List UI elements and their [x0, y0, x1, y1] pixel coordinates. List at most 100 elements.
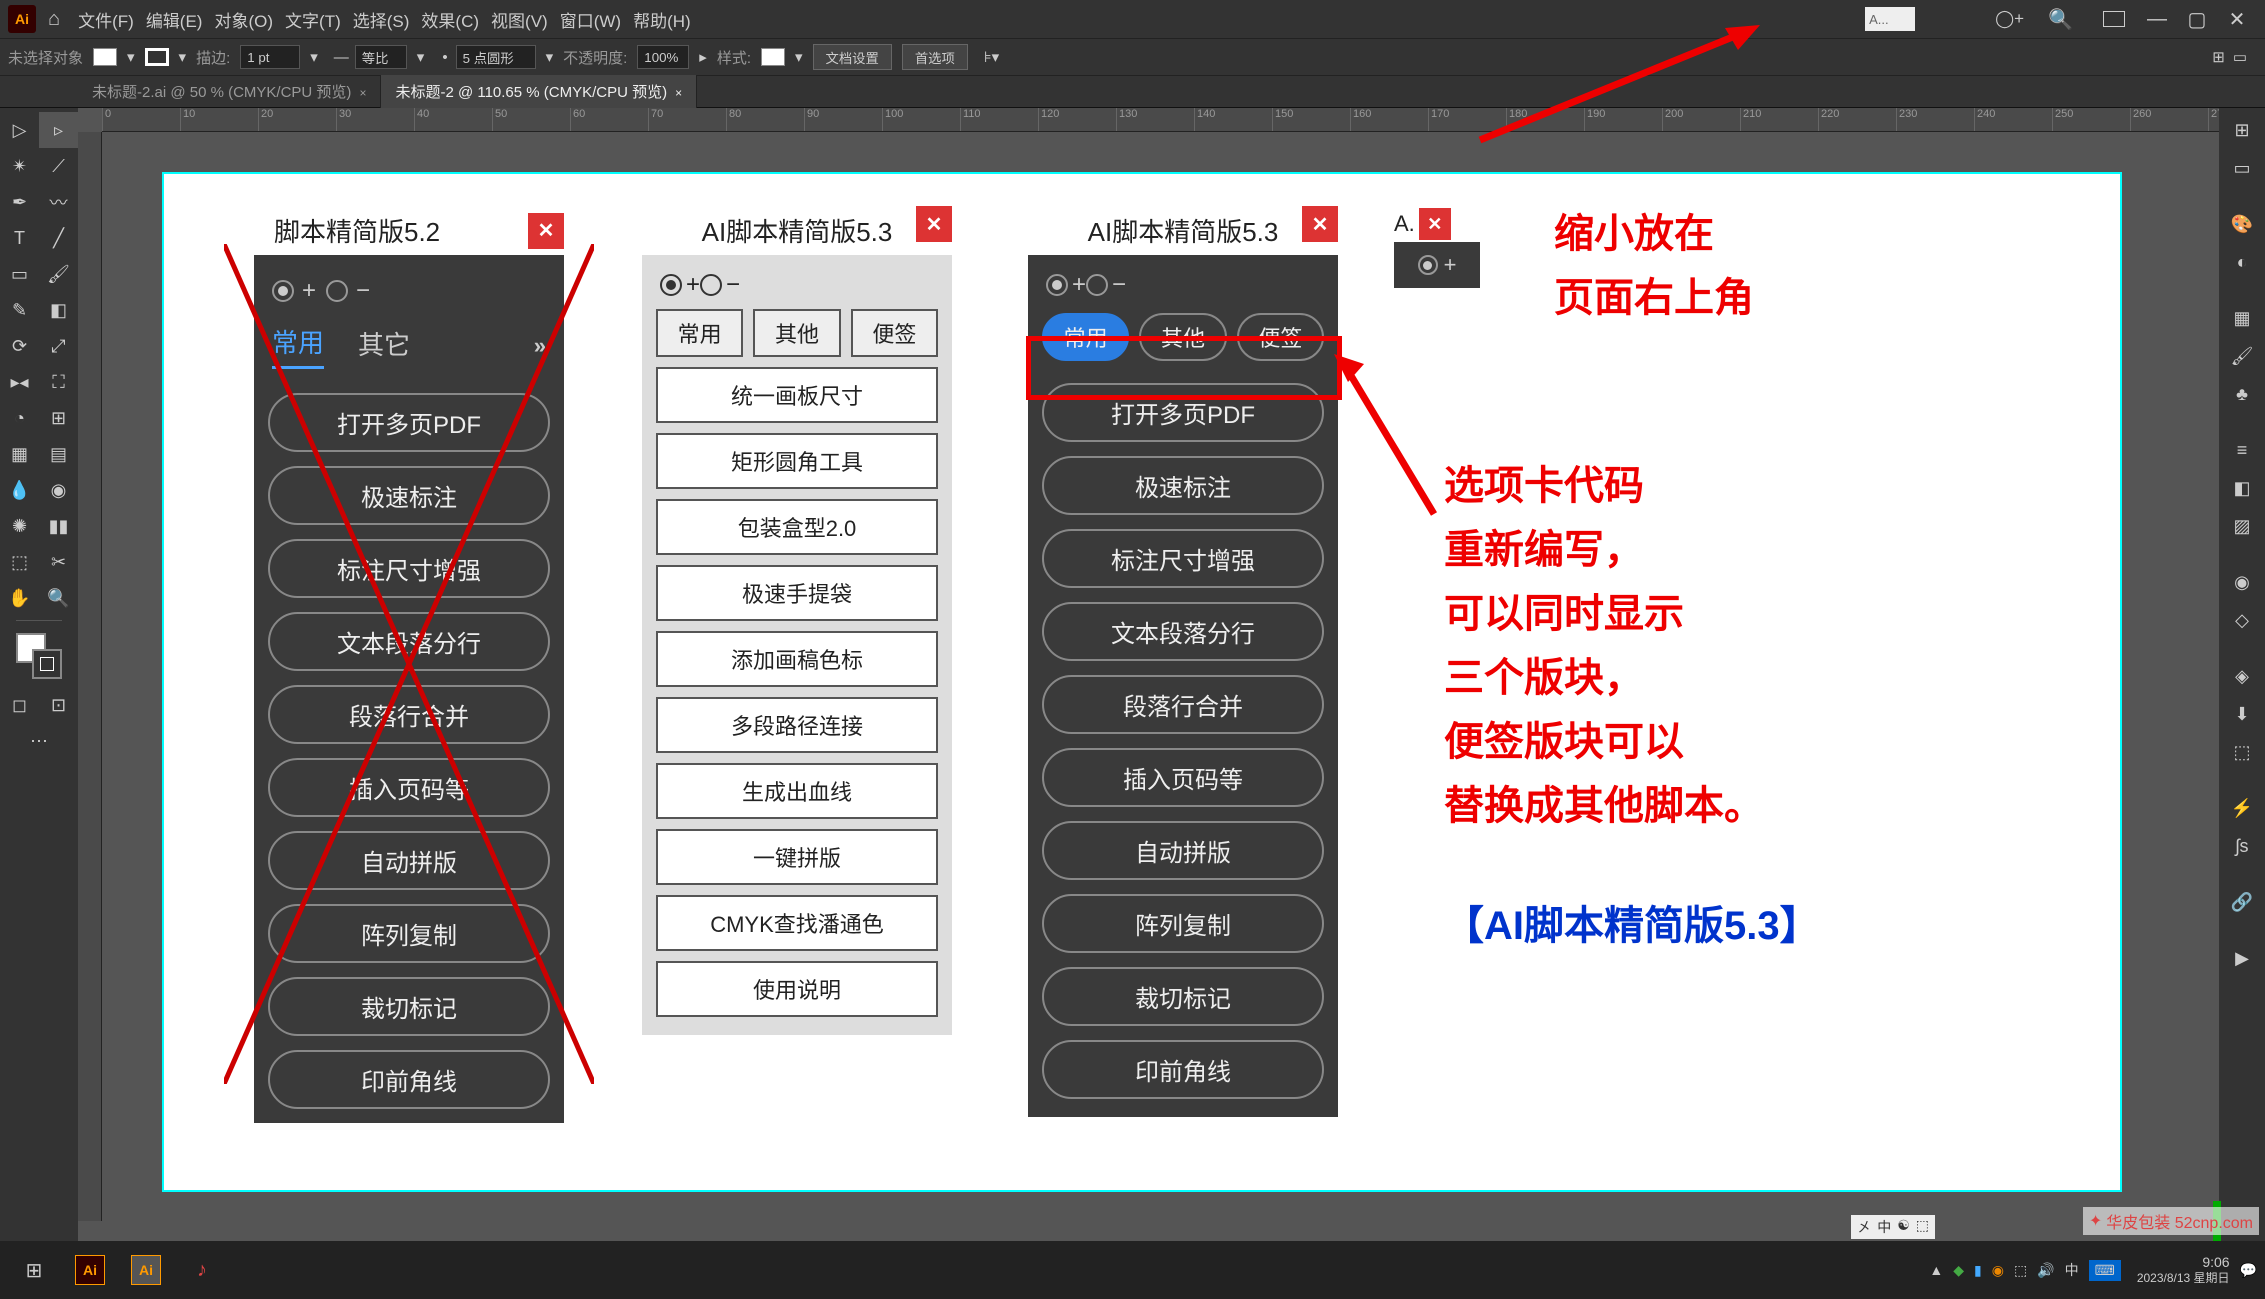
radio-off[interactable]	[326, 280, 348, 302]
rotate-tool[interactable]: ⟳	[0, 328, 39, 364]
tab-other[interactable]: 其他	[753, 309, 840, 357]
script-button[interactable]: 印前角线	[268, 1050, 550, 1109]
plus-icon[interactable]: +	[1444, 252, 1457, 278]
tab-close-icon[interactable]: ×	[675, 86, 682, 100]
script-button[interactable]: 极速手提袋	[656, 565, 938, 621]
search-icon[interactable]: 🔍	[2048, 7, 2073, 32]
transparency-panel-icon[interactable]: ▨	[2226, 510, 2258, 542]
align-icon[interactable]: ⊧▾	[984, 48, 999, 66]
layers-panel-icon[interactable]: ◈	[2226, 660, 2258, 692]
script-button[interactable]: 裁切标记	[268, 977, 550, 1036]
volume-icon[interactable]: 🔊	[2037, 1262, 2054, 1279]
canvas-viewport[interactable]: 脚本精简版5.2 ✕ + − 常用 其它 » 打开多页PDF 极速标注 标注	[102, 132, 2219, 1221]
scripts-panel-icon[interactable]: ʃs	[2226, 830, 2258, 862]
gradient-panel-icon[interactable]: ◧	[2226, 472, 2258, 504]
script-button[interactable]: 文本段落分行	[268, 612, 550, 671]
plus-icon[interactable]: +	[302, 277, 316, 305]
script-button[interactable]: 多段路径连接	[656, 697, 938, 753]
cloud-icon[interactable]: ◯+	[1995, 9, 2024, 29]
tab-common[interactable]: 常用	[272, 323, 324, 369]
script-button[interactable]: 一键拼版	[656, 829, 938, 885]
panel-toggle-icon[interactable]: ⊞	[2212, 48, 2225, 66]
script-button[interactable]: 生成出血线	[656, 763, 938, 819]
minus-icon[interactable]: −	[356, 277, 370, 305]
script-button[interactable]: 印前角线	[1042, 1040, 1324, 1099]
tab-close-icon[interactable]: ×	[359, 86, 366, 100]
swatches-panel-icon[interactable]: ▦	[2226, 302, 2258, 334]
color-swatches[interactable]	[16, 633, 62, 679]
ime-icon[interactable]: 中	[2065, 1260, 2079, 1280]
pen-tool[interactable]: ✒	[0, 184, 39, 220]
hand-tool[interactable]: ✋	[0, 580, 39, 616]
close-icon[interactable]: ✕	[528, 213, 564, 249]
radio-off[interactable]	[1086, 274, 1108, 296]
script-button[interactable]: CMYK查找潘通色	[656, 895, 938, 951]
radio-off[interactable]	[700, 274, 722, 296]
start-button[interactable]: ⊞	[8, 1249, 60, 1291]
actions-panel-icon[interactable]: ⚡	[2226, 792, 2258, 824]
doc-setup-button[interactable]: 文档设置	[813, 44, 892, 70]
script-button[interactable]: 标注尺寸增强	[268, 539, 550, 598]
more-icon[interactable]: »	[534, 333, 546, 359]
script-button[interactable]: 极速标注	[268, 466, 550, 525]
taskbar-app[interactable]: ♪	[176, 1249, 228, 1291]
script-button[interactable]: 自动拼版	[268, 831, 550, 890]
opacity-input[interactable]	[637, 45, 689, 69]
links-panel-icon[interactable]: 🔗	[2226, 886, 2258, 918]
eraser-tool[interactable]: ◧	[39, 292, 78, 328]
slice-tool[interactable]: ✂	[39, 544, 78, 580]
brushes-panel-icon[interactable]: 🖌	[2226, 340, 2258, 372]
column-graph-tool[interactable]: ▮▮	[39, 508, 78, 544]
fill-swatch[interactable]	[93, 48, 117, 66]
maximize-button[interactable]: ▢	[2177, 7, 2217, 32]
tab-common[interactable]: 常用	[656, 309, 743, 357]
perspective-tool[interactable]: ⊞	[39, 400, 78, 436]
blend-tool[interactable]: ◉	[39, 472, 78, 508]
draw-mode[interactable]: ◻	[0, 687, 39, 723]
tray-icon[interactable]: ⬚	[2014, 1262, 2027, 1279]
preferences-button[interactable]: 首选项	[902, 44, 968, 70]
graphic-styles-icon[interactable]: ◇	[2226, 604, 2258, 636]
menu-effect[interactable]: 效果(C)	[421, 7, 479, 32]
tab-other[interactable]: 其它	[358, 325, 410, 368]
menu-help[interactable]: 帮助(H)	[633, 7, 691, 32]
asset-export-icon[interactable]: ⬇	[2226, 698, 2258, 730]
style-swatch[interactable]	[761, 48, 785, 66]
symbol-sprayer-tool[interactable]: ✺	[0, 508, 39, 544]
artboards-panel-icon[interactable]: ⬚	[2226, 736, 2258, 768]
magic-wand-tool[interactable]: ✴	[0, 148, 39, 184]
tray-icon[interactable]: ▮	[1974, 1262, 1982, 1279]
tray-icon[interactable]: ◆	[1953, 1262, 1964, 1279]
scale-tool[interactable]: ⤢	[39, 328, 78, 364]
stroke-weight-input[interactable]	[240, 45, 300, 69]
workspace-icon[interactable]	[2103, 11, 2125, 27]
panel-toggle-icon-2[interactable]: ▭	[2233, 48, 2247, 66]
mesh-tool[interactable]: ▦	[0, 436, 39, 472]
script-button[interactable]: 段落行合并	[268, 685, 550, 744]
menu-window[interactable]: 窗口(W)	[560, 7, 621, 32]
eyedropper-tool[interactable]: 💧	[0, 472, 39, 508]
script-button[interactable]: 打开多页PDF	[268, 393, 550, 452]
stroke-color[interactable]	[32, 649, 62, 679]
selection-tool[interactable]: ▷	[0, 112, 39, 148]
paintbrush-tool[interactable]: 🖌	[39, 256, 78, 292]
script-button[interactable]: 文本段落分行	[1042, 602, 1324, 661]
script-button[interactable]: 矩形圆角工具	[656, 433, 938, 489]
menu-edit[interactable]: 编辑(E)	[146, 7, 203, 32]
symbols-panel-icon[interactable]: ♣	[2226, 378, 2258, 410]
home-icon[interactable]: ⌂	[48, 8, 60, 31]
minimize-button[interactable]: —	[2137, 8, 2177, 31]
system-tray[interactable]: ▲ ◆ ▮ ◉ ⬚ 🔊 中 ⌨ 9:06 2023/8/13 星期日 💬	[1919, 1254, 2257, 1285]
taskbar-app[interactable]: Ai	[120, 1249, 172, 1291]
screen-mode[interactable]: ⊡	[39, 687, 78, 723]
script-button[interactable]: 添加画稿色标	[656, 631, 938, 687]
lasso-tool[interactable]: ⟋	[39, 148, 78, 184]
direct-selection-tool[interactable]: ▹	[39, 112, 78, 148]
script-button[interactable]: 标注尺寸增强	[1042, 529, 1324, 588]
artboard-tool[interactable]: ⬚	[0, 544, 39, 580]
edit-toolbar[interactable]: ⋯	[0, 723, 78, 759]
play-icon[interactable]: ▶	[2226, 942, 2258, 974]
stroke-swatch[interactable]	[145, 48, 169, 66]
shaper-tool[interactable]: ✎	[0, 292, 39, 328]
script-button[interactable]: 插入页码等	[1042, 748, 1324, 807]
